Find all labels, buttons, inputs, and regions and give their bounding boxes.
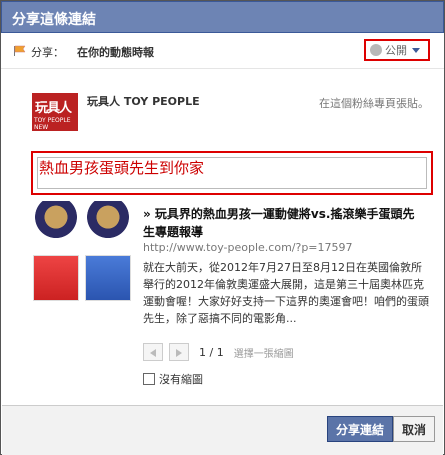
thumbnail-count: 1 / 1: [199, 345, 224, 359]
no-thumbnail-label: 沒有縮圖: [159, 373, 203, 386]
chevron-left-icon: [150, 349, 156, 357]
chevron-right-icon: [176, 349, 182, 357]
share-dialog-panel: 分享這條連結 分享： 在你的動態時報 公開 玩具人 TOY PEOPLE NEW: [0, 0, 445, 455]
share-target-select[interactable]: 在你的動態時報: [77, 44, 154, 60]
share-dialog: 分享這條連結 分享： 在你的動態時報 公開 玩具人 TOY PEOPLE NEW: [0, 0, 445, 455]
dialog-footer: 分享連結 取消: [2, 405, 443, 455]
thumbnail-pager: 1 / 1 選擇一張縮圖: [143, 343, 294, 361]
link-url: http://www.toy-people.com/?p=17597: [143, 241, 353, 254]
thumbnail-image: [33, 201, 79, 247]
post-to-page-text: 在這個粉絲專頁張貼。: [319, 97, 429, 110]
message-input[interactable]: 熱血男孩蛋頭先生到你家: [31, 151, 433, 195]
globe-icon: [370, 44, 382, 56]
share-link-button[interactable]: 分享連結: [326, 416, 393, 442]
dialog-title: 分享這條連結: [1, 1, 444, 33]
previous-thumbnail-button[interactable]: [143, 343, 163, 361]
share-label: 分享：: [31, 46, 64, 59]
page-name: 玩具人 TOY PEOPLE: [87, 95, 200, 108]
choose-thumbnail-label: 選擇一張縮圖: [233, 348, 294, 360]
link-title[interactable]: » 玩具界的熱血男孩一運動健將vs.搖滾樂手蛋頭先生專題報導: [143, 205, 423, 241]
message-text: 熱血男孩蛋頭先生到你家: [39, 159, 205, 177]
thumbnail-image: [33, 255, 79, 301]
share-content: 玩具人 TOY PEOPLE NEW 玩具人 TOY PEOPLE 在這個粉絲專…: [15, 73, 433, 399]
chevron-down-icon: [412, 47, 420, 53]
next-thumbnail-button[interactable]: [169, 343, 189, 361]
privacy-selector[interactable]: 公開: [364, 39, 430, 61]
logo-subtitle: TOY PEOPLE NEW: [34, 117, 71, 131]
cancel-button[interactable]: 取消: [392, 416, 435, 442]
flag-icon: [13, 45, 27, 57]
thumbnail-image: [85, 255, 131, 301]
no-thumbnail-checkbox[interactable]: [143, 373, 155, 385]
thumbnail-image: [85, 201, 131, 247]
link-description[interactable]: 就在大前天，從2012年7月27日至8月12日在英國倫敦所舉行的2012年倫敦奧…: [143, 259, 429, 327]
privacy-label: 公開: [385, 44, 407, 57]
no-thumbnail-option[interactable]: 沒有縮圖: [143, 371, 203, 387]
link-thumbnail: [33, 201, 137, 309]
page-avatar: 玩具人 TOY PEOPLE NEW: [32, 93, 78, 131]
logo-title: 玩具人: [35, 101, 72, 116]
share-target-bar: 分享： 在你的動態時報 公開: [1, 33, 444, 69]
